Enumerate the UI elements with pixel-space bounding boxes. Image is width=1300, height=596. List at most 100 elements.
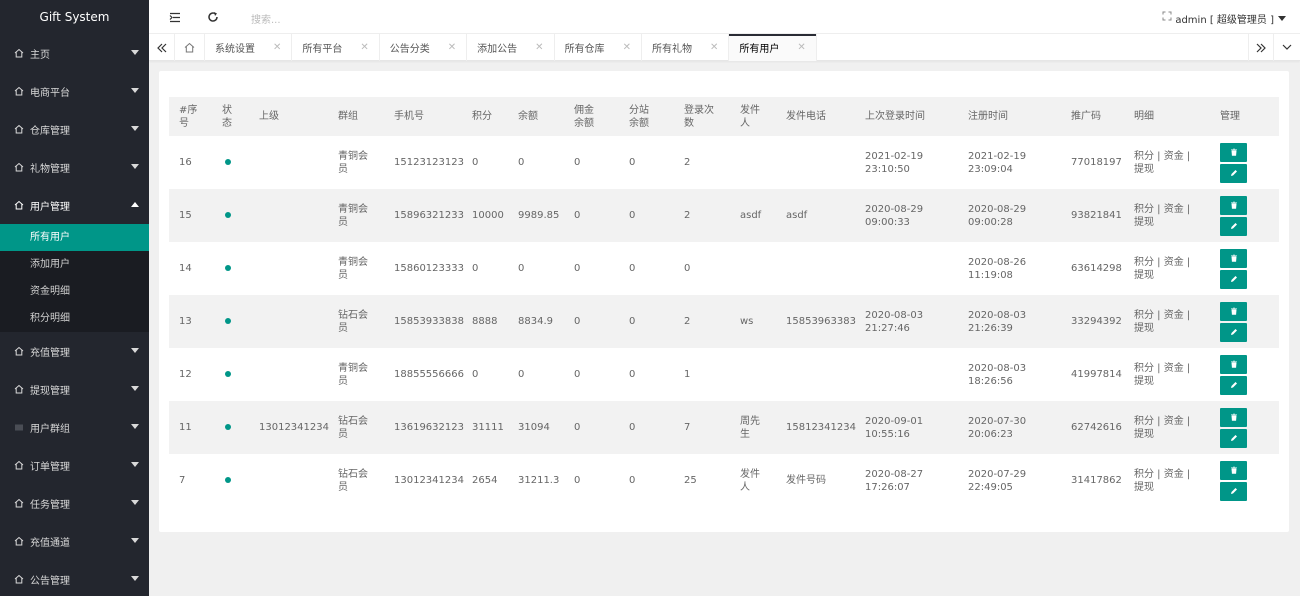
cell-detail-links[interactable]: 积分 | 资金 | 提现 — [1124, 401, 1210, 454]
edit-button[interactable] — [1220, 375, 1247, 395]
close-icon[interactable]: ✕ — [360, 42, 368, 53]
tab-home[interactable] — [175, 34, 205, 61]
cell-detail-links[interactable]: 积分 | 资金 | 提现 — [1124, 295, 1210, 348]
cell-id: 14 — [179, 263, 192, 274]
col-header-last-login[interactable]: 上次登录时间 — [855, 97, 958, 136]
cell-balance: 31211.3 — [518, 475, 560, 486]
tab-announcement-categories[interactable]: 公告分类 ✕ — [380, 34, 468, 61]
cell-detail-links[interactable]: 积分 | 资金 | 提现 — [1124, 136, 1210, 189]
col-header-balance[interactable]: 余额 — [508, 97, 564, 136]
delete-button[interactable] — [1220, 195, 1247, 215]
col-header-manage[interactable]: 管理 — [1210, 97, 1279, 136]
edit-button[interactable] — [1220, 322, 1247, 342]
sidebar-item-announcements[interactable]: 公告管理 — [0, 560, 149, 596]
delete-button[interactable] — [1220, 142, 1247, 162]
col-header-sender[interactable]: 发件人 — [730, 97, 776, 136]
col-header-status[interactable]: 状态 — [212, 97, 249, 136]
col-header-group[interactable]: 群组 — [328, 97, 384, 136]
sidebar-item-recharge[interactable]: 充值管理 — [0, 332, 149, 370]
cell-parent: 13012341234 — [249, 401, 329, 454]
edit-button[interactable] — [1220, 481, 1247, 501]
user-menu[interactable]: admin [ 超级管理员 ] — [1175, 11, 1286, 26]
tab-system-settings[interactable]: 系统设置 ✕ — [205, 34, 293, 61]
cell-promo-code: 33294392 — [1061, 295, 1124, 348]
fullscreen-icon[interactable] — [1162, 11, 1172, 24]
sidebar-item-label: 提现管理 — [30, 385, 70, 397]
tab-label: 系统设置 — [215, 44, 255, 55]
tab-all-warehouses[interactable]: 所有仓库 ✕ — [555, 34, 642, 61]
col-header-details[interactable]: 明细 — [1124, 97, 1210, 136]
sidebar-item-label: 用户管理 — [30, 201, 70, 213]
sidebar-item-platforms[interactable]: 电商平台 — [0, 72, 149, 110]
delete-button[interactable] — [1220, 301, 1247, 321]
user-label: admin [ 超级管理员 ] — [1175, 15, 1274, 26]
submenu-item-fund-details[interactable]: 资金明细 — [0, 278, 149, 305]
sidebar-item-users[interactable]: 用户管理 — [0, 186, 149, 224]
tab-options-chevron-down-icon[interactable] — [1274, 34, 1300, 61]
close-icon[interactable]: ✕ — [535, 42, 543, 53]
submenu-item-all-users[interactable]: 所有用户 — [0, 224, 149, 251]
close-icon[interactable]: ✕ — [448, 42, 456, 53]
sidebar-item-gifts[interactable]: 礼物管理 — [0, 148, 149, 186]
delete-button[interactable] — [1220, 407, 1247, 427]
cell-commission: 0 — [574, 157, 581, 168]
tab-add-announcement[interactable]: 添加公告 ✕ — [467, 34, 555, 61]
cell-detail-links[interactable]: 积分 | 资金 | 提现 — [1124, 348, 1210, 401]
search-input[interactable]: 搜索... — [251, 11, 281, 26]
cell-detail-links[interactable]: 积分 | 资金 | 提现 — [1124, 454, 1210, 507]
close-icon[interactable]: ✕ — [623, 42, 631, 53]
sidebar-item-withdraw[interactable]: 提现管理 — [0, 370, 149, 408]
cell-detail-links[interactable]: 积分 | 资金 | 提现 — [1124, 242, 1210, 295]
delete-button[interactable] — [1220, 354, 1247, 374]
delete-button[interactable] — [1220, 460, 1247, 480]
col-header-id[interactable]: #序号 — [169, 97, 212, 136]
cell-registered: 2021-02-19 23:09:04 — [968, 150, 1027, 175]
sidebar-item-home[interactable]: 主页 — [0, 34, 149, 72]
home-icon — [14, 200, 24, 210]
col-header-commission[interactable]: 佣金余额 — [564, 97, 619, 136]
edit-icon — [1230, 223, 1237, 229]
close-icon[interactable]: ✕ — [710, 42, 718, 53]
cell-registered: 2020-08-26 11:19:08 — [968, 256, 1027, 281]
close-icon[interactable]: ✕ — [797, 42, 805, 53]
status-dot-icon — [225, 477, 231, 483]
sidebar-item-recharge-channels[interactable]: 充值通道 — [0, 522, 149, 560]
cell-phone: 15896321233 — [384, 189, 464, 242]
delete-button[interactable] — [1220, 248, 1247, 268]
col-header-logins[interactable]: 登录次数 — [674, 97, 730, 136]
tab-scroll-right-icon[interactable] — [1248, 34, 1274, 61]
sidebar-item-warehouse[interactable]: 仓库管理 — [0, 110, 149, 148]
col-header-points[interactable]: 积分 — [462, 97, 508, 136]
edit-button[interactable] — [1220, 269, 1247, 289]
tab-all-platforms[interactable]: 所有平台 ✕ — [292, 34, 380, 61]
edit-button[interactable] — [1220, 428, 1247, 448]
trash-icon — [1230, 307, 1237, 315]
col-header-promo-code[interactable]: 推广码 — [1061, 97, 1124, 136]
cell-sub-balance: 0 — [619, 295, 674, 348]
col-header-sub-balance[interactable]: 分站余额 — [619, 97, 674, 136]
col-header-sender-phone[interactable]: 发件电话 — [776, 97, 855, 136]
cell-logins: 7 — [674, 401, 730, 454]
col-header-parent[interactable]: 上级 — [249, 97, 328, 136]
edit-button[interactable] — [1220, 216, 1247, 236]
tab-all-users[interactable]: 所有用户 ✕ — [729, 34, 817, 61]
tab-label: 所有用户 — [739, 44, 780, 55]
refresh-icon[interactable] — [205, 9, 221, 25]
sidebar-item-user-groups[interactable]: 用户群组 — [0, 408, 149, 446]
menu-toggle-icon[interactable] — [167, 9, 183, 25]
cell-registered: 2020-08-03 18:26:56 — [968, 362, 1027, 387]
submenu-item-add-user[interactable]: 添加用户 — [0, 251, 149, 278]
col-header-registered[interactable]: 注册时间 — [958, 97, 1061, 136]
cell-detail-links[interactable]: 积分 | 资金 | 提现 — [1124, 189, 1210, 242]
sidebar-item-tasks[interactable]: 任务管理 — [0, 484, 149, 522]
sidebar-item-orders[interactable]: 订单管理 — [0, 446, 149, 484]
tab-all-gifts[interactable]: 所有礼物 ✕ — [642, 34, 730, 61]
edit-icon — [1230, 435, 1237, 441]
cell-logins: 2 — [684, 157, 691, 168]
edit-button[interactable] — [1220, 163, 1247, 183]
submenu-item-points-details[interactable]: 积分明细 — [0, 305, 149, 332]
table-row: 14 青铜会员 15860123333 0 0 0 0 0 2020-08-26… — [169, 242, 1279, 295]
tab-scroll-left-icon[interactable] — [149, 34, 175, 61]
col-header-phone[interactable]: 手机号 — [384, 97, 462, 136]
close-icon[interactable]: ✕ — [273, 42, 281, 53]
